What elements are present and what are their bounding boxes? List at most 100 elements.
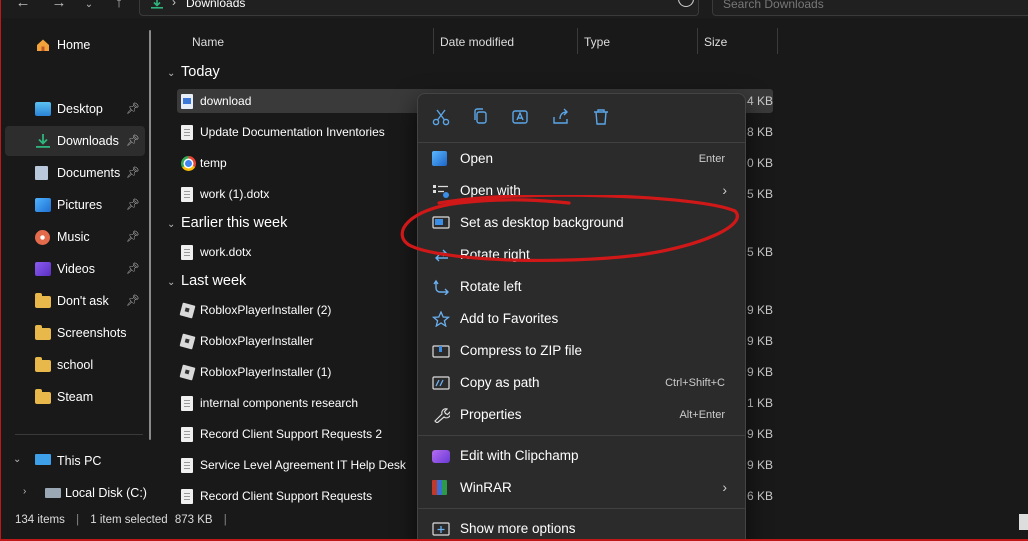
column-header-type[interactable]: Type: [584, 35, 610, 49]
open-photo-icon: [432, 151, 447, 166]
chevron-down-icon[interactable]: ⌄: [13, 454, 21, 465]
sidebar-item-label: school: [57, 358, 94, 372]
rename-icon[interactable]: [510, 108, 532, 126]
desktop-icon: [35, 102, 51, 116]
folder-icon: [35, 293, 51, 308]
file-name: RobloxPlayerInstaller (1): [200, 365, 332, 379]
recent-chevron-icon[interactable]: ⌄: [79, 0, 99, 16]
file-size: 5 KB: [746, 187, 773, 201]
group-header-last-week[interactable]: ⌄ Last week: [167, 273, 246, 289]
rotate-left-icon: [433, 279, 449, 295]
sidebar-item-downloads[interactable]: Downloads 📌︎: [5, 126, 145, 156]
breadcrumb-current[interactable]: Downloads: [186, 0, 245, 10]
delete-icon[interactable]: [590, 108, 612, 126]
copy-icon[interactable]: [470, 108, 492, 126]
cut-icon[interactable]: [430, 108, 452, 126]
column-header-name[interactable]: Name: [192, 35, 224, 49]
search-input[interactable]: Search Downloads: [723, 0, 824, 11]
menu-item-winrar[interactable]: WinRAR ›: [424, 473, 741, 503]
zip-icon: [432, 345, 450, 358]
folder-icon: [35, 357, 51, 372]
sidebar-item-label: Documents: [57, 166, 121, 180]
file-size: 9 KB: [746, 458, 773, 472]
pin-icon[interactable]: 📌︎: [126, 198, 140, 211]
menu-item-label: Show more options: [460, 521, 576, 536]
menu-item-compress-to-zip[interactable]: Compress to ZIP file: [424, 336, 741, 366]
clipchamp-icon: [432, 450, 450, 463]
back-arrow-icon[interactable]: ←: [13, 0, 33, 14]
folder-icon: [35, 389, 51, 404]
sidebar-item-this-pc[interactable]: ⌄ This PC: [5, 446, 145, 476]
forward-arrow-icon[interactable]: →: [49, 0, 69, 14]
refresh-icon[interactable]: [678, 0, 694, 7]
column-header-date[interactable]: Date modified: [440, 35, 514, 49]
sidebar-item-music[interactable]: Music 📌︎: [5, 222, 145, 252]
address-bar[interactable]: › Downloads: [139, 0, 699, 16]
menu-divider: [418, 142, 745, 143]
menu-item-rotate-left[interactable]: Rotate left: [424, 272, 741, 302]
menu-item-rotate-right[interactable]: Rotate right: [424, 240, 741, 270]
file-explorer-window: ← → ⌄ ↑ › Downloads Search Downloads Hom…: [0, 0, 1028, 541]
column-divider[interactable]: [577, 28, 578, 54]
status-separator: |: [76, 514, 80, 526]
file-name: Record Client Support Requests 2: [200, 427, 383, 441]
menu-item-label: Rotate right: [460, 247, 530, 262]
sidebar-item-label: Downloads: [57, 134, 119, 148]
group-header-earlier[interactable]: ⌄ Earlier this week: [167, 215, 287, 231]
sidebar-scrollbar[interactable]: [149, 30, 151, 440]
search-box[interactable]: Search Downloads: [712, 0, 1028, 16]
sidebar-item-label: Videos: [57, 262, 95, 276]
menu-item-edit-with-clipchamp[interactable]: Edit with Clipchamp: [424, 441, 741, 471]
sidebar-item-steam[interactable]: Steam: [5, 382, 145, 412]
pin-icon[interactable]: 📌︎: [126, 166, 140, 179]
chevron-right-icon: ›: [722, 182, 727, 198]
breadcrumb-separator: ›: [172, 0, 176, 9]
column-divider[interactable]: [777, 28, 778, 54]
menu-item-label: Open with: [460, 183, 521, 198]
computer-icon: [35, 454, 51, 465]
pin-icon[interactable]: 📌︎: [126, 230, 140, 243]
menu-divider: [418, 435, 745, 436]
document-file-icon: [181, 187, 193, 202]
open-with-icon: [433, 185, 449, 198]
pin-icon[interactable]: 📌︎: [126, 294, 140, 307]
chevron-right-icon[interactable]: ›: [23, 486, 26, 497]
pin-icon[interactable]: 📌︎: [126, 102, 140, 115]
sidebar-item-school[interactable]: school: [5, 350, 145, 380]
menu-item-shortcut: Enter: [698, 153, 725, 165]
sidebar-divider: [15, 434, 143, 435]
group-label: Today: [181, 64, 220, 80]
sidebar-item-desktop[interactable]: Desktop 📌︎: [5, 94, 145, 124]
column-divider[interactable]: [433, 28, 434, 54]
download-icon: [36, 134, 50, 148]
group-header-today[interactable]: ⌄ Today: [167, 64, 220, 80]
sidebar-item-home[interactable]: Home: [5, 30, 145, 60]
menu-item-set-as-desktop-background[interactable]: Set as desktop background: [424, 208, 741, 238]
sidebar-item-documents[interactable]: Documents 📌︎: [5, 158, 145, 188]
pin-icon[interactable]: 📌︎: [126, 262, 140, 275]
desktop-background-icon: [432, 216, 450, 229]
column-header-size[interactable]: Size: [704, 35, 727, 49]
menu-item-show-more-options[interactable]: Show more options: [424, 514, 741, 539]
menu-item-properties[interactable]: Properties Alt+Enter: [424, 400, 741, 430]
file-name: internal components research: [200, 396, 359, 410]
sidebar-item-dont-ask[interactable]: Don't ask 📌︎: [5, 286, 145, 316]
pictures-icon: [35, 198, 51, 212]
sidebar-item-local-disk[interactable]: › Local Disk (C:): [5, 478, 147, 508]
view-toggle-button[interactable]: [1019, 514, 1028, 530]
menu-item-open-with[interactable]: Open with ›: [424, 176, 741, 206]
share-icon[interactable]: [550, 108, 572, 126]
sidebar-item-pictures[interactable]: Pictures 📌︎: [5, 190, 145, 220]
menu-item-copy-as-path[interactable]: Copy as path Ctrl+Shift+C: [424, 368, 741, 398]
status-item-count: 134 items: [15, 514, 65, 526]
up-arrow-icon[interactable]: ↑: [109, 0, 129, 14]
menu-item-open[interactable]: Open Enter: [424, 144, 741, 174]
menu-item-label: Open: [460, 151, 494, 166]
menu-item-add-to-favorites[interactable]: Add to Favorites: [424, 304, 741, 334]
copy-path-icon: [432, 376, 450, 390]
column-divider[interactable]: [697, 28, 698, 54]
sidebar-item-label: Music: [57, 230, 90, 244]
sidebar-item-screenshots[interactable]: Screenshots: [5, 318, 145, 348]
sidebar-item-videos[interactable]: Videos 📌︎: [5, 254, 145, 284]
pin-icon[interactable]: 📌︎: [126, 134, 140, 147]
